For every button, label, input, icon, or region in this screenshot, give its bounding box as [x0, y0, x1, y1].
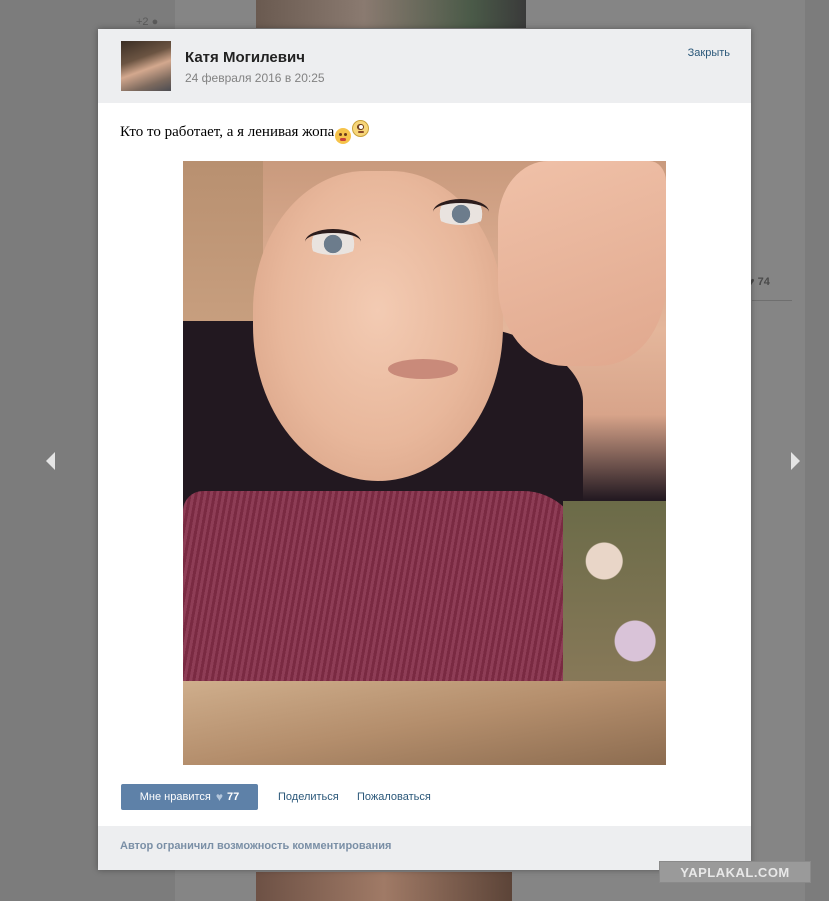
photo-right-eye: [433, 199, 489, 225]
photo-hand-region: [498, 161, 666, 366]
comments-footer: Автор ограничил возможность комментирова…: [98, 826, 751, 870]
flushed-face-emoji-icon: [352, 120, 370, 138]
author-name-link[interactable]: Катя Могилевич: [185, 49, 305, 66]
site-watermark: YAPLAKAL.COM: [659, 861, 811, 883]
photo-lips: [388, 359, 458, 379]
like-button[interactable]: Мне нравится ♥ 77: [121, 784, 258, 810]
report-button[interactable]: Пожаловаться: [357, 791, 431, 803]
share-button[interactable]: Поделиться: [278, 791, 339, 803]
photo-left-eye: [305, 229, 361, 255]
chevron-left-icon: [46, 452, 55, 470]
heart-icon: ♥: [215, 790, 223, 804]
person-icon: ●: [151, 16, 159, 28]
post-modal: Катя Могилевич 24 февраля 2016 в 20:25 З…: [98, 29, 751, 870]
post-text: Кто то работает, а я ленивая жопа: [120, 120, 370, 144]
like-count: 77: [226, 791, 240, 803]
comments-disabled-notice: Автор ограничил возможность комментирова…: [120, 840, 392, 852]
background-photo-thumbnail-top: [256, 0, 526, 28]
chevron-right-icon: [791, 452, 800, 470]
background-divider: [752, 300, 792, 301]
background-like-counter: ♥ 74: [748, 276, 770, 288]
like-button-label: Мне нравится: [139, 791, 211, 803]
photo-blanket-region: [183, 681, 666, 765]
angry-face-emoji-icon: [335, 127, 352, 144]
close-button[interactable]: Закрыть: [688, 47, 730, 59]
post-text-content: Кто то работает, а я ленивая жопа: [120, 124, 335, 140]
background-photo-thumbnail-bottom: [256, 872, 512, 901]
previous-photo-button[interactable]: [36, 446, 66, 476]
next-photo-button[interactable]: [780, 446, 810, 476]
background-counter: +2 ●: [136, 16, 159, 28]
author-avatar[interactable]: [121, 41, 171, 91]
photo-pillow-region: [563, 501, 666, 701]
post-header: Катя Могилевич 24 февраля 2016 в 20:25 З…: [98, 29, 751, 103]
photo-hair-region: [183, 161, 263, 341]
post-photo[interactable]: [183, 161, 666, 765]
post-date[interactable]: 24 февраля 2016 в 20:25: [185, 71, 325, 85]
